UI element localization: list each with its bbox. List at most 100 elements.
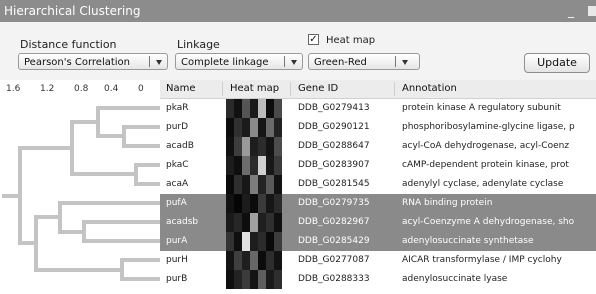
gene-table: Name Heat map Gene ID Annotation pkaR DDB… [160, 80, 596, 294]
table-row[interactable]: pkaC DDB_G0283907 cAMP-dependent protein k… [160, 156, 596, 175]
title-bar[interactable]: Hierarchical Clustering _ [0, 0, 596, 22]
table-row[interactable]: acadsb DDB_G0282967 acyl-Coenzyme A dehydr… [160, 213, 596, 232]
heatmap-cell [266, 270, 274, 289]
heatmap-cell [242, 213, 250, 232]
heatmap-cell [266, 118, 274, 137]
heatmap-cell [274, 118, 282, 137]
heatmap-cell [258, 213, 266, 232]
heatmap-cell [234, 194, 242, 213]
heatmap-cell [250, 194, 258, 213]
heatmap-cell [226, 99, 234, 118]
heatmap-cell [242, 270, 250, 289]
heatmap-cell [250, 175, 258, 194]
heatmap-cell [274, 194, 282, 213]
heatmap-cell [258, 194, 266, 213]
heatmap-cell [266, 194, 274, 213]
heatmap-cell [266, 232, 274, 251]
chevron-down-icon [291, 60, 297, 65]
table-row[interactable]: acadB DDB_G0288647 acyl-CoA dehydrogenase,… [160, 137, 596, 156]
gene-name: pkaC [166, 160, 189, 170]
linkage-select[interactable]: Complete linkage [175, 53, 303, 70]
heatmap-cell [258, 99, 266, 118]
heatmap-cell [242, 175, 250, 194]
gene-annotation: acyl-Coenzyme A dehydrogenase, sho [402, 217, 575, 227]
table-row[interactable]: pufA DDB_G0279735 RNA binding protein [160, 194, 596, 213]
heatmap-cell [234, 232, 242, 251]
heatmap-cell [234, 251, 242, 270]
column-divider[interactable] [222, 82, 223, 96]
heatmap-cell [250, 270, 258, 289]
heatmap-cell [258, 270, 266, 289]
distance-function-select[interactable]: Pearson's Correlation [18, 53, 168, 70]
table-row[interactable]: purB DDB_G0288333 adenylosuccinate lyase [160, 270, 596, 289]
heatmap-strip [226, 232, 282, 251]
update-button[interactable]: Update [524, 53, 590, 73]
heatmap-checkbox[interactable]: ✓ [308, 34, 319, 45]
gene-annotation: adenylyl cyclase, adenylate cyclase [402, 179, 564, 189]
heatmap-cell [258, 232, 266, 251]
heatmap-cell [242, 99, 250, 118]
heatmap-cell [226, 175, 234, 194]
dendrogram-tree [2, 106, 160, 281]
heatmap-cell [234, 156, 242, 175]
heatmap-cell [266, 175, 274, 194]
dropdown-separator [284, 56, 285, 67]
heatmap-cell [266, 137, 274, 156]
heatmap-label: Heat map [326, 35, 376, 46]
gene-name: pufA [166, 198, 187, 208]
heatmap-cell [258, 118, 266, 137]
table-row[interactable]: purD DDB_G0290121 phosphoribosylamine-glyc… [160, 118, 596, 137]
heatmap-cell [266, 99, 274, 118]
heatmap-cell [234, 213, 242, 232]
heatmap-cell [274, 251, 282, 270]
gene-name: purH [166, 255, 188, 265]
heatmap-cell [242, 118, 250, 137]
heatmap-cell [274, 270, 282, 289]
heatmap-cell [250, 137, 258, 156]
heatmap-cell [274, 99, 282, 118]
close-icon[interactable] [588, 6, 596, 16]
heatmap-cell [242, 251, 250, 270]
gene-id: DDB_G0282967 [298, 217, 370, 227]
column-header-heatmap[interactable]: Heat map [230, 80, 279, 98]
column-header-name[interactable]: Name [166, 80, 196, 98]
gene-id: DDB_G0288333 [298, 274, 370, 284]
heatmap-cell [266, 251, 274, 270]
table-row[interactable]: purH DDB_G0277087 AICAR transformylase / I… [160, 251, 596, 270]
table-row[interactable]: acaA DDB_G0281545 adenylyl cyclase, adenyl… [160, 175, 596, 194]
gene-name: purD [166, 122, 189, 132]
heatmap-cell [274, 137, 282, 156]
gene-id: DDB_G0285429 [298, 236, 370, 246]
gene-name: pkaR [166, 103, 189, 113]
heatmap-cell [250, 232, 258, 251]
minimize-button[interactable]: _ [568, 0, 574, 22]
column-divider[interactable] [394, 82, 395, 96]
column-header-annotation[interactable]: Annotation [402, 80, 457, 98]
column-header-gene-id[interactable]: Gene ID [298, 80, 338, 98]
gene-id: DDB_G0277087 [298, 255, 370, 265]
heatmap-cell [234, 118, 242, 137]
heatmap-strip [226, 270, 282, 289]
heatmap-strip [226, 99, 282, 118]
gene-name: purA [166, 236, 188, 246]
table-row[interactable]: purA DDB_G0285429 adenylosuccinate synthet… [160, 232, 596, 251]
heatmap-color-select[interactable]: Green-Red [308, 53, 420, 70]
heatmap-cell [242, 156, 250, 175]
heatmap-cell [226, 232, 234, 251]
heatmap-strip [226, 137, 282, 156]
gene-name: acadsb [166, 217, 199, 227]
gene-name: acaA [166, 179, 189, 189]
heatmap-cell [250, 156, 258, 175]
heatmap-cell [234, 99, 242, 118]
linkage-value: Complete linkage [181, 57, 269, 68]
table-row[interactable]: pkaR DDB_G0279413 protein kinase A regulat… [160, 99, 596, 118]
heatmap-cell [250, 118, 258, 137]
heatmap-cell [266, 156, 274, 175]
table-header: Name Heat map Gene ID Annotation [160, 80, 596, 99]
heatmap-cell [226, 194, 234, 213]
gene-annotation: adenylosuccinate synthetase [402, 236, 534, 246]
heatmap-cell [258, 251, 266, 270]
column-divider[interactable] [290, 82, 291, 96]
heatmap-cell [226, 270, 234, 289]
heatmap-cell [274, 156, 282, 175]
